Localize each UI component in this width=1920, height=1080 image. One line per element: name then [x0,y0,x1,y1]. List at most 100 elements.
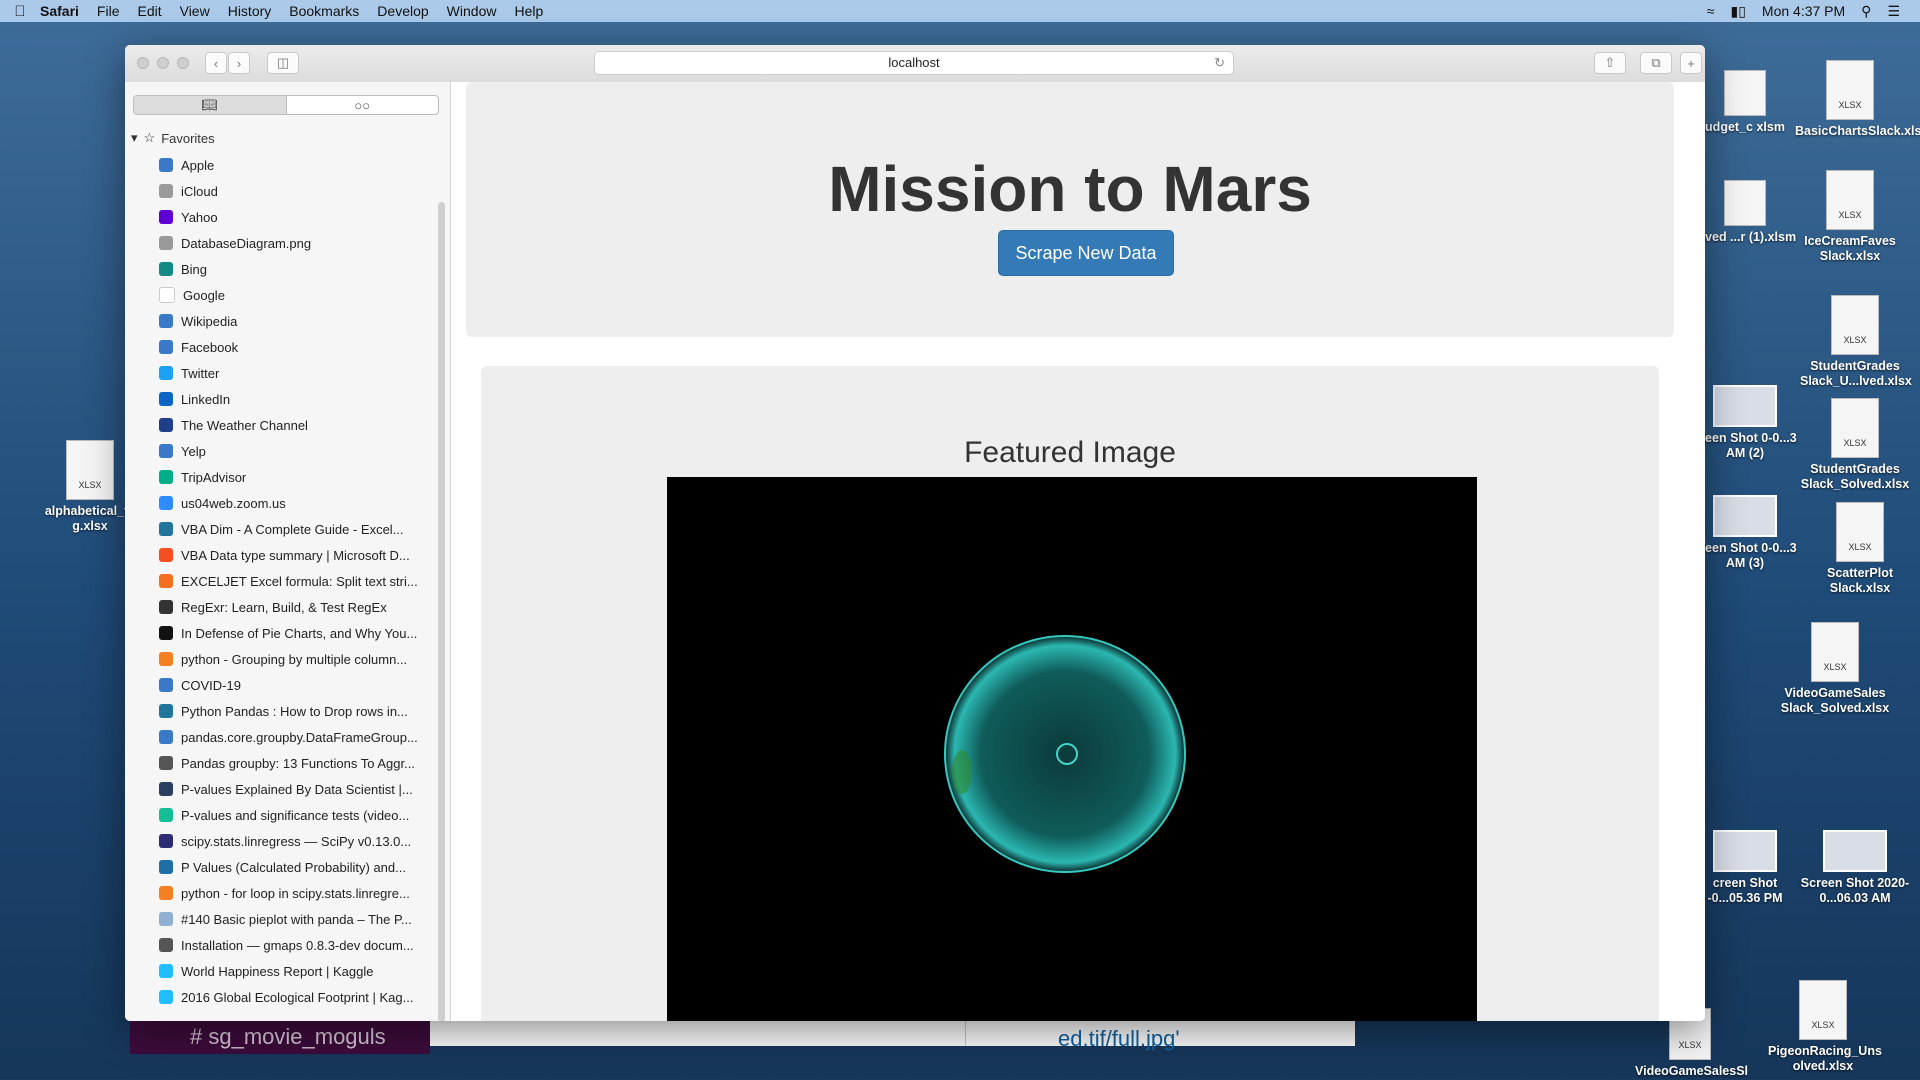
screenshot-thumbnail-icon [1713,495,1777,537]
battery-icon[interactable]: ▮▯ [1730,3,1745,20]
sidebar-bookmark-item[interactable]: python - for loop in scipy.stats.linregr… [159,880,429,906]
sidebar-segmented-control: 📖︎ ○○ [133,95,439,115]
sidebar-bookmark-item[interactable]: python - Grouping by multiple column... [159,646,429,672]
reading-list-tab[interactable]: ○○ [287,96,439,114]
new-tab-button[interactable]: + [1680,52,1702,74]
close-window-button[interactable] [137,57,149,69]
menubar-clock[interactable]: Mon 4:37 PM [1762,3,1845,19]
sidebar-bookmark-item[interactable]: Apple [159,152,429,178]
bookmark-label: P-values Explained By Data Scientist |..… [181,781,413,797]
minimize-window-button[interactable] [157,57,169,69]
sidebar-bookmark-item[interactable]: Facebook [159,334,429,360]
back-button[interactable]: ‹ [205,52,227,74]
menu-history[interactable]: History [228,3,272,19]
desktop-file-icon[interactable]: udget_c xlsm [1690,70,1800,135]
sidebar-bookmark-item[interactable]: TripAdvisor [159,464,429,490]
app-menu[interactable]: Safari [40,3,79,19]
sidebar-bookmark-item[interactable]: P-values Explained By Data Scientist |..… [159,776,429,802]
bookmark-label: VBA Dim - A Complete Guide - Excel... [181,521,404,537]
sidebar-bookmark-item[interactable]: iCloud [159,178,429,204]
bookmark-favicon-icon [159,287,175,303]
forward-button[interactable]: › [228,52,250,74]
bookmark-label: COVID-19 [181,677,241,693]
sidebar-bookmark-item[interactable]: World Happiness Report | Kaggle [159,958,429,984]
star-icon: ☆ [143,130,156,145]
desktop-file-icon[interactable]: XLSX PigeonRacing_Uns olved.xlsx [1768,980,1882,1074]
favorites-header[interactable]: ▾ ☆ Favorites [131,130,215,146]
address-bar[interactable]: localhost ↻ [594,51,1234,75]
sidebar-toggle-button[interactable]: ◫ [267,52,299,74]
sidebar-scrollbar[interactable] [438,202,445,1021]
menu-edit[interactable]: Edit [137,3,161,19]
menu-bookmarks[interactable]: Bookmarks [289,3,359,19]
sidebar-bookmark-item[interactable]: 2016 Global Ecological Footprint | Kag..… [159,984,429,1010]
sidebar-bookmark-item[interactable]: pandas.core.groupby.DataFrameGroup... [159,724,429,750]
slack-channel-bar[interactable]: # sg_movie_moguls [130,1020,430,1054]
sidebar-bookmark-item[interactable]: The Weather Channel [159,412,429,438]
bookmark-favicon-icon [159,444,173,458]
sidebar-bookmark-item[interactable]: In Defense of Pie Charts, and Why You... [159,620,429,646]
desktop-file-icon[interactable]: XLSX StudentGrades Slack_U...lved.xlsx [1800,295,1912,389]
desktop-screenshot-icon[interactable]: Screen Shot 2020-0...06.03 AM [1800,830,1910,906]
apple-menu-icon[interactable]:  [0,3,40,20]
sidebar-bookmark-item[interactable]: #140 Basic pieplot with panda – The P... [159,906,429,932]
scrape-new-data-button[interactable]: Scrape New Data [998,230,1174,276]
sidebar-bookmark-item[interactable]: P Values (Calculated Probability) and... [159,854,429,880]
share-button[interactable]: ⇧ [1594,52,1626,74]
featured-image-panel: Featured Image [481,366,1659,1021]
tabs-overview-button[interactable]: ⧉ [1640,52,1672,74]
spreadsheet-icon: XLSX [1826,60,1874,120]
desktop-screenshot-icon[interactable]: creen Shot -0...05.36 PM [1690,830,1800,906]
sidebar-bookmark-item[interactable]: us04web.zoom.us [159,490,429,516]
reload-icon[interactable]: ↻ [1214,52,1225,74]
sidebar-bookmark-item[interactable]: DatabaseDiagram.png [159,230,429,256]
sidebar-bookmark-item[interactable]: P-values and significance tests (video..… [159,802,429,828]
background-link-text[interactable]: ed.tif/full.jpg' [1058,1026,1180,1052]
sidebar-bookmark-item[interactable]: Google [159,282,429,308]
menu-window[interactable]: Window [447,3,497,19]
spreadsheet-icon: XLSX [1831,398,1879,458]
disclosure-triangle-icon[interactable]: ▾ [131,130,138,146]
menu-help[interactable]: Help [514,3,543,19]
menu-view[interactable]: View [180,3,210,19]
desktop-file-icon[interactable]: XLSX StudentGrades Slack_Solved.xlsx [1800,398,1910,492]
desktop-file-icon[interactable]: olved ...r (1).xlsm [1690,180,1800,245]
desktop-file-icon[interactable]: XLSX VideoGameSales Slack_Solved.xlsx [1780,622,1890,716]
sidebar-bookmark-item[interactable]: Wikipedia [159,308,429,334]
desktop-screenshot-icon[interactable]: creen Shot 0-0...3 AM (2) [1690,385,1800,461]
sidebar-bookmark-item[interactable]: Installation — gmaps 0.8.3-dev docum... [159,932,429,958]
desktop-file-icon[interactable]: XLSX ScatterPlot Slack.xlsx [1805,502,1915,596]
sidebar-bookmark-item[interactable]: EXCELJET Excel formula: Split text stri.… [159,568,429,594]
sidebar-bookmark-item[interactable]: Yelp [159,438,429,464]
sidebar-bookmark-item[interactable]: Bing [159,256,429,282]
sidebar-bookmark-item[interactable]: Pandas groupby: 13 Functions To Aggr... [159,750,429,776]
bookmark-label: Python Pandas : How to Drop rows in... [181,703,408,719]
sidebar-bookmark-item[interactable]: Python Pandas : How to Drop rows in... [159,698,429,724]
desktop-file-icon[interactable]: XLSX IceCreamFaves Slack.xlsx [1795,170,1905,264]
sidebar-bookmark-item[interactable]: VBA Data type summary | Microsoft D... [159,542,429,568]
menu-file[interactable]: File [97,3,120,19]
bookmark-favicon-icon [159,340,173,354]
notification-center-icon[interactable]: ☰ [1887,3,1900,20]
sidebar-bookmark-item[interactable]: Twitter [159,360,429,386]
zoom-window-button[interactable] [177,57,189,69]
wifi-icon[interactable]: ≈ [1707,3,1715,19]
menu-develop[interactable]: Develop [377,3,428,19]
bookmark-label: RegExr: Learn, Build, & Test RegEx [181,599,387,615]
sidebar-bookmark-item[interactable]: LinkedIn [159,386,429,412]
spotlight-search-icon[interactable]: ⚲ [1861,3,1871,20]
desktop-screenshot-icon[interactable]: creen Shot 0-0...3 AM (3) [1690,495,1800,571]
bookmark-label: TripAdvisor [181,469,247,485]
sidebar-bookmark-item[interactable]: Yahoo [159,204,429,230]
bookmark-label: P-values and significance tests (video..… [181,807,410,823]
desktop-file-icon[interactable]: XLSX BasicChartsSlack.xlsx [1795,60,1920,139]
bookmark-favicon-icon [159,652,173,666]
sidebar-bookmark-item[interactable]: COVID-19 [159,672,429,698]
bookmarks-tab[interactable]: 📖︎ [134,96,287,114]
sidebar-bookmark-item[interactable]: scipy.stats.linregress — SciPy v0.13.0..… [159,828,429,854]
bookmark-label: Wikipedia [181,313,238,329]
sidebar-bookmark-item[interactable]: RegExr: Learn, Build, & Test RegEx [159,594,429,620]
sidebar-bookmark-item[interactable]: VBA Dim - A Complete Guide - Excel... [159,516,429,542]
spreadsheet-icon [1724,180,1766,226]
spreadsheet-icon: XLSX [1799,980,1847,1040]
